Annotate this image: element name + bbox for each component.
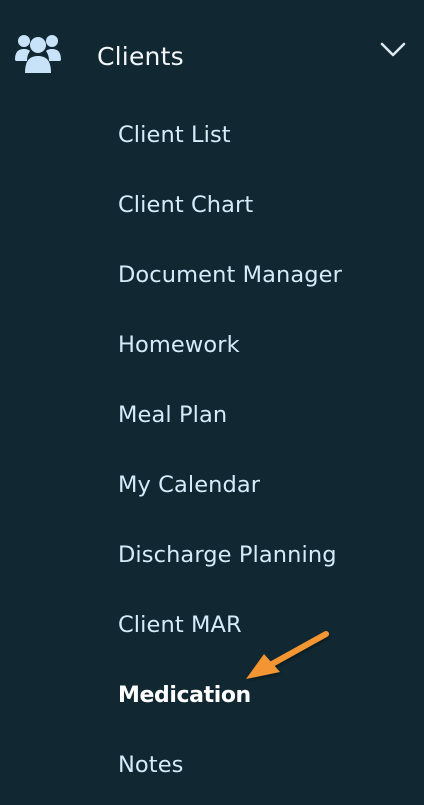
menu-item-label: Client MAR xyxy=(118,612,242,638)
menu-item-label: My Calendar xyxy=(118,472,261,498)
menu-item-label: Discharge Planning xyxy=(118,542,337,568)
menu-item-label: Homework xyxy=(118,332,240,358)
menu-item-client-chart[interactable]: Client Chart xyxy=(0,170,424,240)
menu-item-client-list[interactable]: Client List xyxy=(0,100,424,170)
menu-item-meal-plan[interactable]: Meal Plan xyxy=(0,380,424,450)
menu-item-label: Document Manager xyxy=(118,262,342,288)
clients-section-header[interactable]: Clients xyxy=(0,0,424,106)
menu-item-medication[interactable]: Medication xyxy=(0,660,424,730)
arrow-pointer-icon xyxy=(246,631,329,679)
menu-item-label: Medication xyxy=(118,682,251,708)
menu-item-label: Meal Plan xyxy=(118,402,228,428)
menu-item-client-mar[interactable]: Client MAR xyxy=(0,590,424,660)
menu-item-homework[interactable]: Homework xyxy=(0,310,424,380)
menu-item-label: Client Chart xyxy=(118,192,254,218)
menu-item-discharge-planning[interactable]: Discharge Planning xyxy=(0,520,424,590)
clients-submenu: Client List Client Chart Document Manage… xyxy=(0,100,424,800)
menu-item-my-calendar[interactable]: My Calendar xyxy=(0,450,424,520)
menu-item-document-manager[interactable]: Document Manager xyxy=(0,240,424,310)
sidebar-menu: Clients Client List Client Chart Documen… xyxy=(0,0,424,805)
menu-item-label: Notes xyxy=(118,752,184,778)
users-icon xyxy=(15,35,61,73)
menu-item-label: Client List xyxy=(118,122,231,148)
section-title: Clients xyxy=(97,42,184,71)
menu-item-notes[interactable]: Notes xyxy=(0,730,424,800)
chevron-down-icon[interactable] xyxy=(380,42,406,58)
